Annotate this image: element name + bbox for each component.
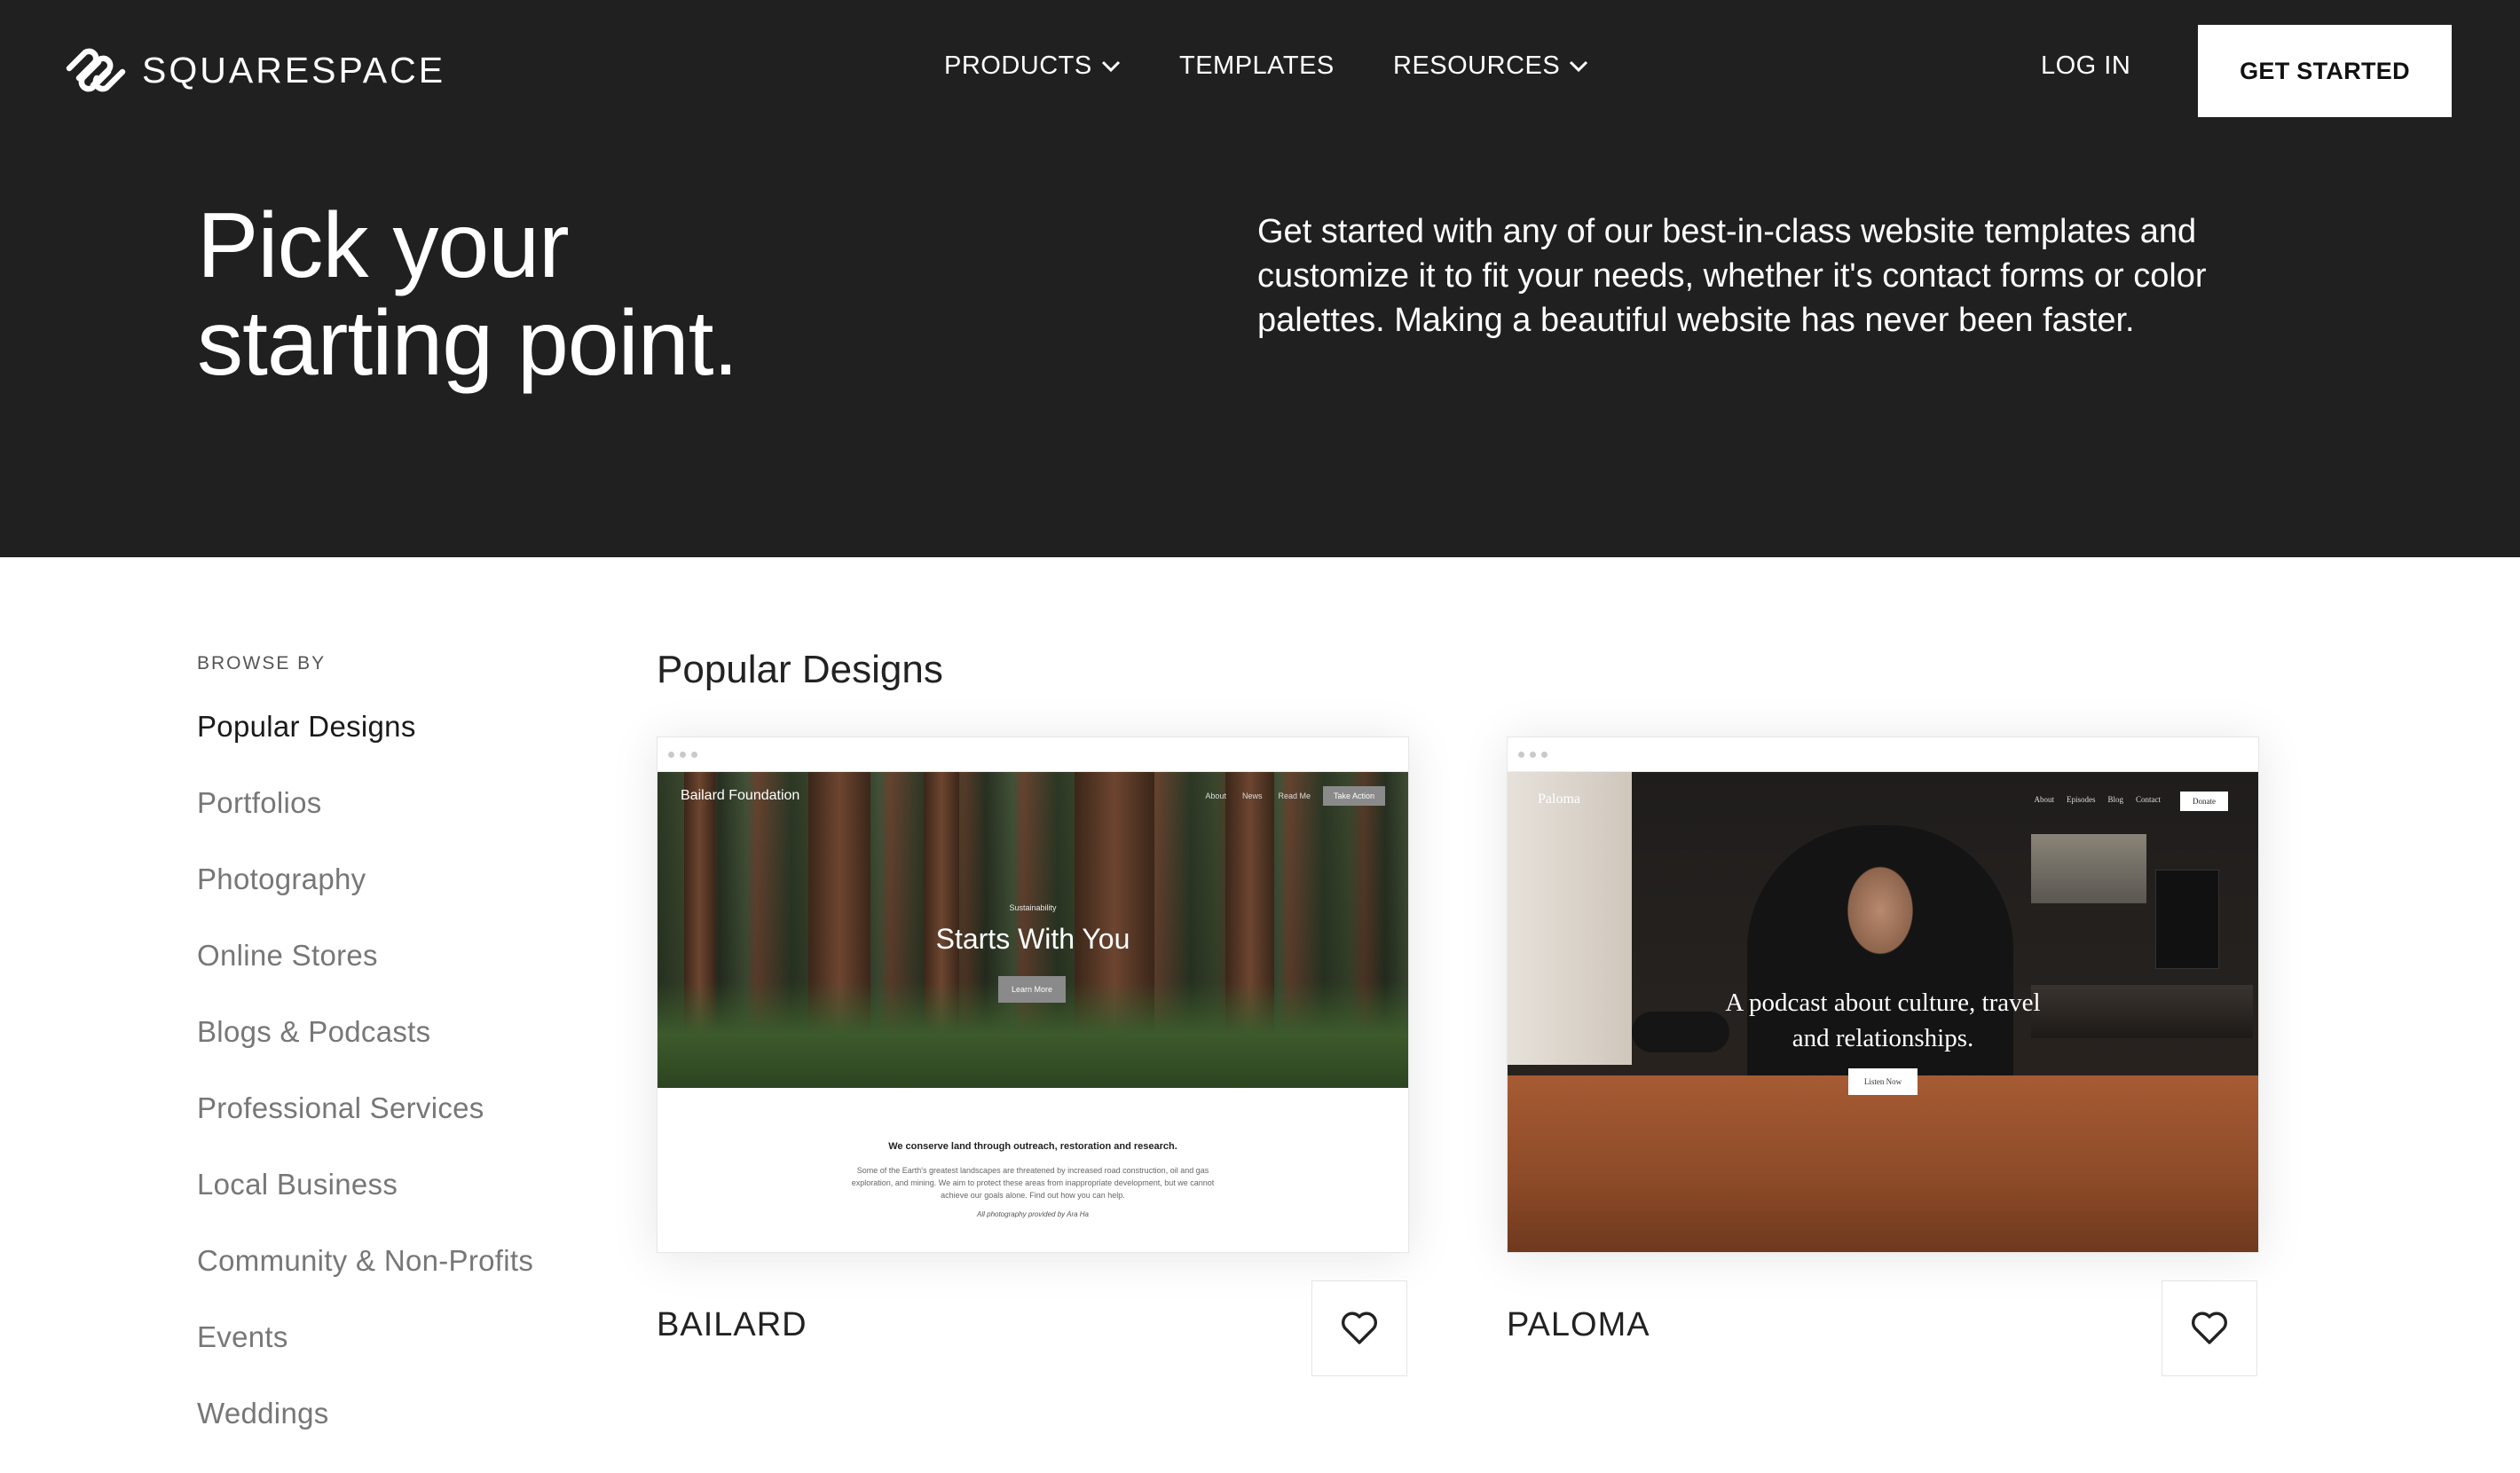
category-professional-services[interactable]: Professional Services xyxy=(197,1091,533,1168)
preview-nav-button: Take Action xyxy=(1322,786,1385,806)
preview-nav: About Episodes Blog Contact xyxy=(2034,795,2161,804)
hero-title: Pick your starting point. xyxy=(197,197,907,392)
login-label: LOG IN xyxy=(2041,51,2131,80)
preview-nav-item: Episodes xyxy=(2066,795,2096,804)
preview-nav-item: Read Me xyxy=(1278,792,1311,800)
paloma-preview-image: Paloma About Episodes Blog Contact Donat… xyxy=(1508,772,2258,1252)
section-title: Popular Designs xyxy=(657,648,943,691)
preview-headline-line2: and relationships. xyxy=(1792,1024,1974,1052)
template-card-paloma[interactable]: Paloma About Episodes Blog Contact Donat… xyxy=(1507,736,2259,1253)
nav-resources[interactable]: RESOURCES xyxy=(1393,51,1588,81)
preview-nav-item: Contact xyxy=(2136,795,2161,804)
template-name-paloma[interactable]: PALOMA xyxy=(1507,1306,1650,1344)
browse-by-label: BROWSE BY xyxy=(197,653,327,673)
logo-link[interactable]: SQUARESPACE xyxy=(62,41,445,99)
preview-nav-item: News xyxy=(1241,792,1263,800)
squarespace-logo-icon xyxy=(66,48,126,92)
favorite-button-bailard[interactable] xyxy=(1311,1280,1407,1376)
chevron-down-icon xyxy=(1570,60,1588,72)
category-local-business[interactable]: Local Business xyxy=(197,1168,533,1244)
preview-body-text: Some of the Earth's greatest landscapes … xyxy=(851,1166,1215,1200)
category-photography[interactable]: Photography xyxy=(197,863,533,939)
heart-icon xyxy=(1342,1312,1377,1344)
preview-body-heading: We conserve land through outreach, resto… xyxy=(888,1141,1177,1152)
category-weddings[interactable]: Weddings xyxy=(197,1397,533,1473)
category-community-non-profits[interactable]: Community & Non-Profits xyxy=(197,1244,533,1320)
bailard-preview-image: Bailard Foundation About News Read Me Ta… xyxy=(658,772,1408,1088)
nav-templates-label: TEMPLATES xyxy=(1179,51,1335,80)
preview-headline-line1: A podcast about culture, travel xyxy=(1725,989,2041,1017)
browser-chrome xyxy=(658,737,1408,772)
favorite-button-paloma[interactable] xyxy=(2162,1280,2257,1376)
heart-icon xyxy=(2192,1312,2227,1344)
nav-templates[interactable]: TEMPLATES xyxy=(1179,51,1335,81)
preview-brand: Bailard Foundation xyxy=(681,788,800,803)
preview-brand: Paloma xyxy=(1538,792,1580,807)
browser-chrome xyxy=(1508,737,2258,772)
preview-cta: Learn More xyxy=(998,976,1066,1003)
nav-products-label: PRODUCTS xyxy=(944,51,1092,80)
hero-section: SQUARESPACE PRODUCTS TEMPLATES RESOURCES… xyxy=(0,0,2520,557)
preview-headline: A podcast about culture, travel and rela… xyxy=(1508,985,2258,1056)
category-events[interactable]: Events xyxy=(197,1320,533,1397)
template-name-bailard[interactable]: BAILARD xyxy=(657,1306,807,1344)
category-popular-designs[interactable]: Popular Designs xyxy=(197,710,533,786)
preview-nav: About News Read Me xyxy=(1205,792,1311,800)
bailard-preview-body: We conserve land through outreach, resto… xyxy=(658,1088,1408,1218)
login-link[interactable]: LOG IN xyxy=(2041,51,2130,81)
hero-description: Get started with any of our best-in-clas… xyxy=(1257,213,2207,339)
brand-name: SQUARESPACE xyxy=(142,49,446,91)
preview-headline: Starts With You xyxy=(935,923,1130,955)
preview-nav-item: About xyxy=(2034,795,2054,804)
category-blogs-podcasts[interactable]: Blogs & Podcasts xyxy=(197,1015,533,1091)
category-online-stores[interactable]: Online Stores xyxy=(197,939,533,1015)
preview-credit: All photography provided by Ara Ha xyxy=(977,1210,1089,1218)
hero-title-line1: Pick your xyxy=(197,194,570,297)
hero-title-line2: starting point. xyxy=(197,292,738,395)
category-list: Popular Designs Portfolios Photography O… xyxy=(197,710,533,1473)
preview-kicker: Sustainability xyxy=(1009,903,1057,912)
chevron-down-icon xyxy=(1101,60,1120,72)
template-card-bailard[interactable]: Bailard Foundation About News Read Me Ta… xyxy=(657,736,1409,1253)
top-navigation: SQUARESPACE PRODUCTS TEMPLATES RESOURCES… xyxy=(0,0,2520,142)
category-portfolios[interactable]: Portfolios xyxy=(197,786,533,863)
preview-cta: Listen Now xyxy=(1848,1068,1918,1095)
nav-resources-label: RESOURCES xyxy=(1393,51,1561,80)
preview-nav-item: About xyxy=(1205,792,1226,800)
preview-nav-button: Donate xyxy=(2180,792,2228,811)
nav-products[interactable]: PRODUCTS xyxy=(944,51,1121,81)
get-started-button[interactable]: GET STARTED xyxy=(2198,25,2452,117)
preview-nav-item: Blog xyxy=(2107,795,2123,804)
